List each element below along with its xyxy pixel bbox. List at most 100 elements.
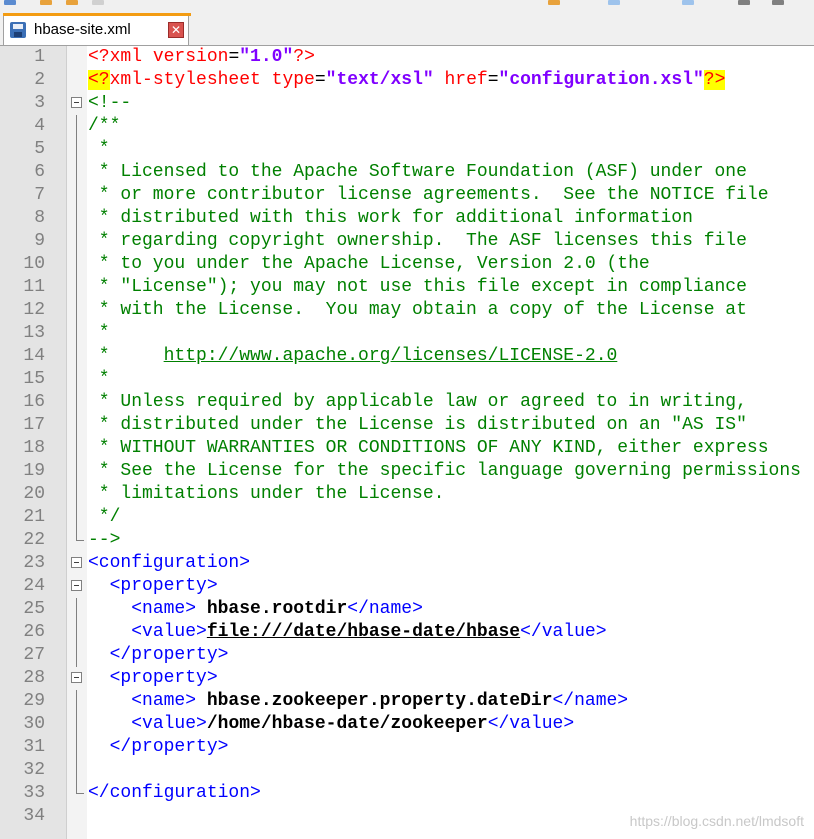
code-token: </name> xyxy=(347,599,423,619)
code-token: <property> xyxy=(109,576,218,596)
code-text: <value>file:///date/hbase-date/hbase</va… xyxy=(88,621,607,644)
code-text: * or more contributor license agreements… xyxy=(88,184,769,207)
toolbar-icon[interactable] xyxy=(92,0,104,5)
toolbar-icon[interactable] xyxy=(66,0,78,5)
tab-active-indicator xyxy=(3,13,191,16)
code-token: /home/hbase-date/zookeeper xyxy=(206,714,488,734)
code-line[interactable]: 25 <name> hbase.rootdir</name> xyxy=(0,598,814,621)
code-line[interactable]: 21 */ xyxy=(0,506,814,529)
toolbar-icon[interactable] xyxy=(548,0,560,5)
code-line[interactable]: 31 </property> xyxy=(0,736,814,759)
line-number: 15 xyxy=(23,369,45,389)
line-number: 5 xyxy=(34,139,45,159)
toolbar-icon[interactable] xyxy=(738,0,750,5)
line-number: 32 xyxy=(23,760,45,780)
code-text: * to you under the Apache License, Versi… xyxy=(88,253,650,276)
line-number: 31 xyxy=(23,737,45,757)
code-token: * "License"); you may not use this file … xyxy=(88,277,747,297)
code-line[interactable]: 18 * WITHOUT WARRANTIES OR CONDITIONS OF… xyxy=(0,437,814,460)
code-line[interactable]: 32 xyxy=(0,759,814,782)
toolbar-icon[interactable] xyxy=(40,0,52,5)
code-token: = xyxy=(314,70,326,90)
code-token: "1.0" xyxy=(239,47,294,67)
code-token: <? xyxy=(88,47,110,67)
tab-hbase-site[interactable]: hbase-site.xml ✕ xyxy=(3,13,191,45)
code-line[interactable]: 30 <value>/home/hbase-date/zookeeper</va… xyxy=(0,713,814,736)
line-number: 24 xyxy=(23,576,45,596)
code-line[interactable]: 14 * http://www.apache.org/licenses/LICE… xyxy=(0,345,814,368)
toolbar-icon[interactable] xyxy=(608,0,620,5)
code-text: --> xyxy=(88,529,120,552)
code-line[interactable]: 8 * distributed with this work for addit… xyxy=(0,207,814,230)
toolbar-icon[interactable] xyxy=(772,0,784,5)
code-text: <!-- xyxy=(88,92,131,115)
code-token: /** xyxy=(88,116,121,136)
code-token: <value> xyxy=(131,622,207,642)
code-line[interactable]: 19 * See the License for the specific la… xyxy=(0,460,814,483)
watermark: https://blog.csdn.net/lmdsoft xyxy=(629,813,804,829)
tab-label: hbase-site.xml xyxy=(34,21,131,38)
code-token: href xyxy=(433,70,488,90)
code-token: --> xyxy=(88,530,121,550)
close-icon[interactable]: ✕ xyxy=(168,22,184,38)
code-token: * xyxy=(88,139,110,159)
code-line[interactable]: 7 * or more contributor license agreemen… xyxy=(0,184,814,207)
code-line[interactable]: 26 <value>file:///date/hbase-date/hbase<… xyxy=(0,621,814,644)
code-line[interactable]: 9 * regarding copyright ownership. The A… xyxy=(0,230,814,253)
line-number: 10 xyxy=(23,254,45,274)
code-token: http://www.apache.org/licenses/LICENSE-2… xyxy=(163,346,618,366)
code-line[interactable]: 23 <configuration> xyxy=(0,552,814,575)
tab-bar: hbase-site.xml ✕ xyxy=(0,8,814,46)
code-token: <property> xyxy=(109,668,218,688)
line-number: 4 xyxy=(34,116,45,136)
code-line[interactable]: 28 <property> xyxy=(0,667,814,690)
code-text: <name> hbase.rootdir</name> xyxy=(88,598,423,621)
code-line[interactable]: 17 * distributed under the License is di… xyxy=(0,414,814,437)
code-token: </property> xyxy=(109,737,229,757)
line-number: 12 xyxy=(23,300,45,320)
code-text: <?xml-stylesheet type="text/xsl" href="c… xyxy=(88,69,726,92)
toolbar-icon[interactable] xyxy=(682,0,694,5)
code-line[interactable]: 3 <!-- xyxy=(0,92,814,115)
code-token: xml xyxy=(109,47,143,67)
code-line[interactable]: 12 * with the License. You may obtain a … xyxy=(0,299,814,322)
line-number: 8 xyxy=(34,208,45,228)
code-line[interactable]: 10 * to you under the Apache License, Ve… xyxy=(0,253,814,276)
code-line[interactable]: 13 * xyxy=(0,322,814,345)
code-line[interactable]: 6 * Licensed to the Apache Software Foun… xyxy=(0,161,814,184)
code-line[interactable]: 4 /** xyxy=(0,115,814,138)
code-line[interactable]: 16 * Unless required by applicable law o… xyxy=(0,391,814,414)
code-text: */ xyxy=(88,506,121,529)
code-line[interactable]: 24 <property> xyxy=(0,575,814,598)
line-number: 30 xyxy=(23,714,45,734)
code-line[interactable]: 15 * xyxy=(0,368,814,391)
save-icon xyxy=(10,22,26,38)
code-line[interactable]: 2 <?xml-stylesheet type="text/xsl" href="… xyxy=(0,69,814,92)
code-line[interactable]: 33 </configuration> xyxy=(0,782,814,805)
code-line[interactable]: 29 <name> hbase.zookeeper.property.dateD… xyxy=(0,690,814,713)
code-editor[interactable]: 1 <?xml version="1.0"?> 2 <?xml-stylesheet … xyxy=(0,46,814,839)
line-number: 29 xyxy=(23,691,45,711)
code-line[interactable]: 20 * limitations under the License. xyxy=(0,483,814,506)
code-token: file:///date/hbase-date/hbase xyxy=(206,622,521,642)
code-line[interactable]: 1 <?xml version="1.0"?> xyxy=(0,46,814,69)
line-number: 7 xyxy=(34,185,45,205)
code-token: = xyxy=(487,70,499,90)
toolbar-icon[interactable] xyxy=(4,0,16,5)
code-token: "text/xsl" xyxy=(325,70,434,90)
code-token: * WITHOUT WARRANTIES OR CONDITIONS OF AN… xyxy=(88,438,769,458)
code-token: </configuration> xyxy=(88,783,261,803)
code-line[interactable]: 5 * xyxy=(0,138,814,161)
code-line[interactable]: 27 </property> xyxy=(0,644,814,667)
code-text: </property> xyxy=(88,736,229,759)
code-line[interactable]: 11 * "License"); you may not use this fi… xyxy=(0,276,814,299)
code-line[interactable]: 22 --> xyxy=(0,529,814,552)
code-token: * Licensed to the Apache Software Founda… xyxy=(88,162,747,182)
code-token: </value> xyxy=(520,622,607,642)
code-text: * limitations under the License. xyxy=(88,483,445,506)
